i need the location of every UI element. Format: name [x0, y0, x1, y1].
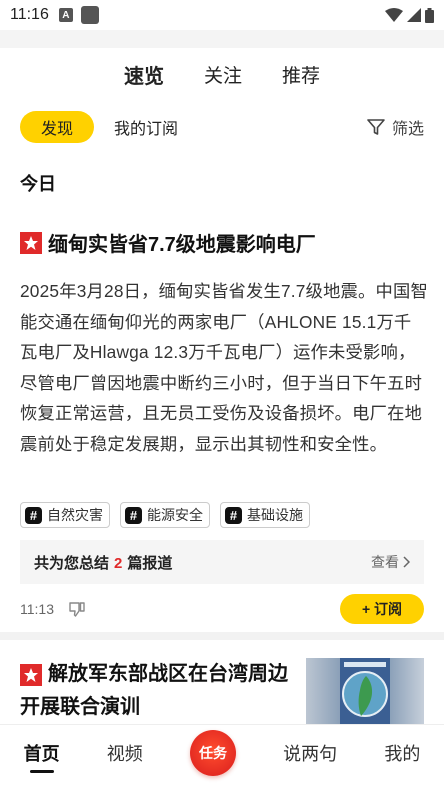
wifi-icon	[385, 8, 403, 22]
battery-icon	[425, 7, 434, 23]
nav-comments[interactable]: 说两句	[283, 740, 337, 766]
tab-overview[interactable]: 速览	[124, 60, 164, 89]
article2-thumbnail[interactable]	[306, 658, 424, 726]
tag-natural-disaster[interactable]: # 自然灾害	[20, 502, 110, 528]
view-button[interactable]: 查看	[371, 552, 410, 572]
hash-icon: #	[225, 506, 242, 524]
tag-label: 能源安全	[147, 507, 203, 523]
tag-infrastructure[interactable]: # 基础设施	[220, 502, 310, 528]
status-bar: 11:16 A	[0, 0, 444, 30]
summary-text: 共为您总结 2 篇报道	[34, 552, 172, 573]
notification-app-icon	[80, 6, 99, 24]
summary-box[interactable]: 共为您总结 2 篇报道 查看	[20, 540, 424, 584]
summary-count: 2	[114, 554, 123, 572]
status-icons	[385, 7, 434, 23]
discover-chip[interactable]: 发现	[20, 111, 94, 143]
nav-home[interactable]: 首页	[23, 740, 60, 773]
header-strip	[0, 30, 444, 48]
tag-label: 自然灾害	[47, 507, 103, 523]
article-time: 11:13	[20, 601, 54, 617]
star-badge-icon	[20, 231, 42, 254]
filter-button[interactable]: 筛选	[366, 115, 424, 139]
tab-following[interactable]: 关注	[204, 61, 242, 88]
star-badge-icon	[20, 664, 42, 686]
hash-icon: #	[125, 506, 142, 524]
view-label: 查看	[371, 554, 399, 570]
chevron-right-icon	[403, 556, 410, 568]
section-title: 今日	[20, 174, 56, 194]
summary-suffix: 篇报道	[127, 554, 173, 572]
article-body[interactable]: 2025年3月28日，缅甸实皆省发生7.7级地震。中国智能交通在缅甸仰光的两家电…	[20, 276, 428, 459]
tag-label: 基础设施	[247, 507, 303, 523]
article-title: 缅甸实皆省7.7级地震影响电厂	[48, 234, 316, 256]
nav-home-label: 首页	[23, 744, 60, 764]
nav-me[interactable]: 我的	[384, 740, 420, 766]
my-subscriptions-link[interactable]: 我的订阅	[114, 115, 178, 139]
feed-divider	[0, 632, 444, 640]
dislike-icon[interactable]	[68, 600, 86, 618]
article-card-2[interactable]: 解放军东部战区在台湾周边开展联合演训	[20, 658, 424, 728]
summary-prefix: 共为您总结	[34, 554, 110, 572]
filter-row: 发现 我的订阅 筛选	[20, 110, 424, 144]
article-meta-row: 11:13 + 订阅	[20, 594, 424, 624]
article2-title-block: 解放军东部战区在台湾周边开展联合演训	[20, 658, 290, 724]
hash-icon: #	[25, 506, 42, 524]
top-tabs: 速览 关注 推荐	[0, 55, 444, 93]
subscribe-button[interactable]: + 订阅	[340, 594, 424, 624]
status-time: 11:16	[10, 6, 49, 23]
article-title-row[interactable]: 缅甸实皆省7.7级地震影响电厂	[20, 228, 424, 257]
signal-icon	[407, 8, 421, 22]
notification-a-icon: A	[58, 8, 73, 22]
map-thumbnail-image	[340, 658, 390, 726]
tag-energy-security[interactable]: # 能源安全	[120, 502, 210, 528]
bottom-nav: 首页 视频 任务 说两句 我的	[0, 724, 444, 789]
tab-recommended[interactable]: 推荐	[282, 61, 320, 88]
article2-title: 解放军东部战区在台湾周边开展联合演训	[20, 663, 288, 718]
tag-list: # 自然灾害 # 能源安全 # 基础设施	[20, 502, 310, 528]
nav-task-button[interactable]: 任务	[189, 730, 236, 776]
nav-video[interactable]: 视频	[107, 740, 143, 766]
nav-active-indicator	[29, 770, 54, 773]
filter-icon	[367, 119, 385, 135]
filter-label: 筛选	[391, 121, 424, 138]
